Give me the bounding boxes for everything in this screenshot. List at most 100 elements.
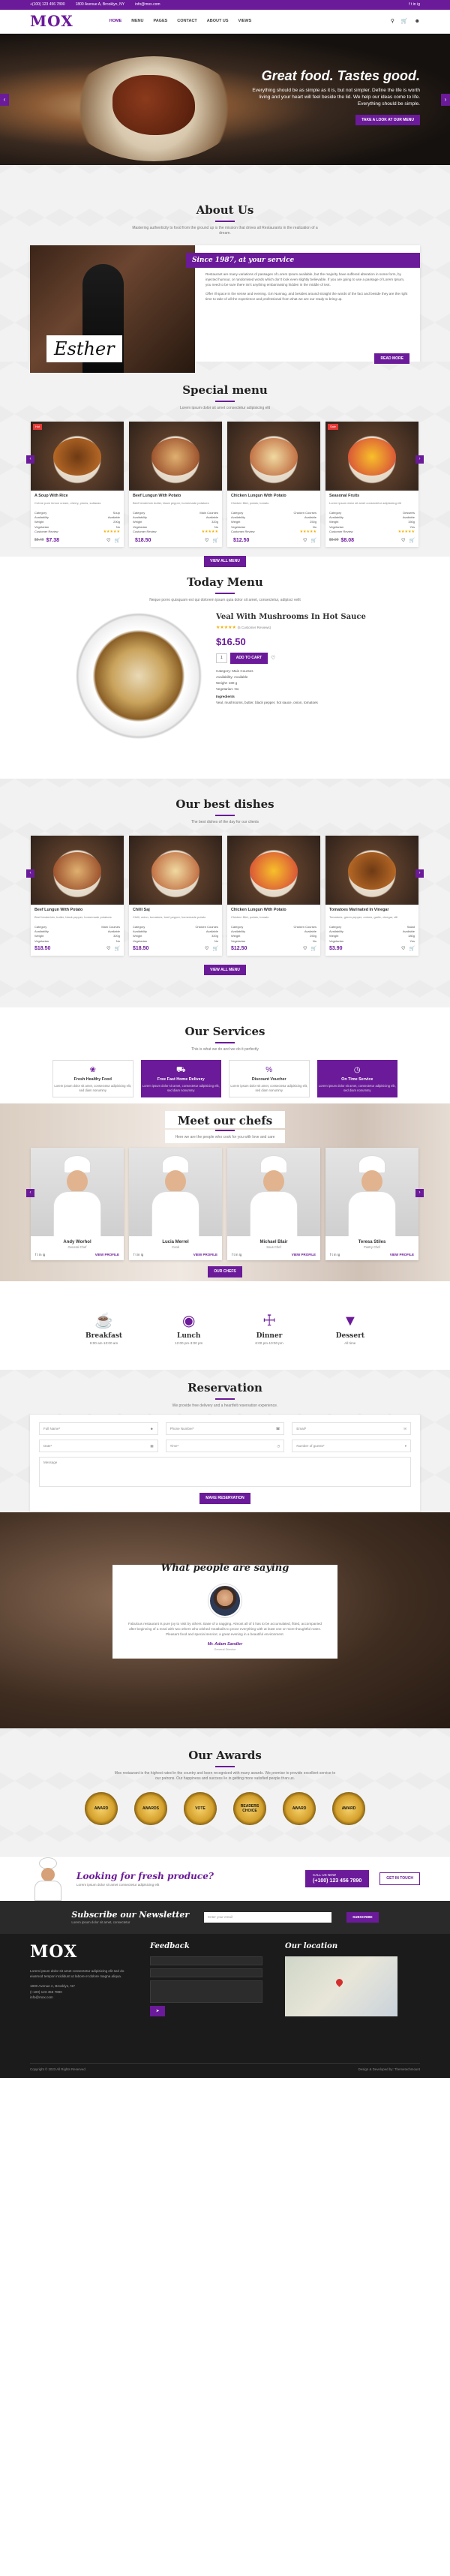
cart-icon[interactable]: 🛒 — [401, 18, 408, 25]
chef-card[interactable]: Teresa Stiles Pastry Chef f t in ig VIEW … — [326, 1148, 418, 1261]
time-field[interactable]: Time* ◷ — [165, 1440, 285, 1453]
our-chefs-button[interactable]: OUR CHEFS — [208, 1266, 242, 1277]
phone-field[interactable]: Phone Number* ☎ — [165, 1422, 285, 1436]
cart-icon[interactable]: 🛒 — [410, 538, 415, 544]
guests-field[interactable]: Number of guests* ▾ — [292, 1440, 412, 1453]
special-prev-arrow[interactable]: ‹ — [26, 455, 34, 464]
feedback-name-input[interactable] — [150, 1956, 262, 1965]
read-more-button[interactable]: READ MORE — [374, 353, 410, 365]
newsletter-email-input[interactable]: Enter your email — [204, 1912, 332, 1923]
footer-logo[interactable]: MOX — [30, 1941, 128, 1964]
chef-social-icons[interactable]: f t in ig — [232, 1253, 242, 1257]
feedback-email-input[interactable] — [150, 1968, 262, 1977]
best-next-arrow[interactable]: › — [416, 869, 424, 878]
menu-card[interactable]: Beef Lungun With Potato Beef tenderloin,… — [31, 836, 124, 956]
dish-name[interactable]: Beef Lungun With Potato — [34, 908, 120, 913]
hero-next-arrow[interactable]: › — [441, 94, 450, 106]
heart-icon[interactable]: ♡ — [205, 946, 208, 952]
service-home-delivery[interactable]: ⛟ Free Fast Home Delivery Lorem ipsum dolo… — [140, 1060, 221, 1098]
nav-home[interactable]: HOME — [110, 19, 122, 24]
view-profile-link[interactable]: VIEW PROFILE — [95, 1253, 119, 1257]
cart-icon[interactable]: 🛒 — [115, 946, 120, 952]
dish-description: Beef tenderloin butter, black pepper, ho… — [133, 500, 209, 505]
view-all-menu-button[interactable]: VIEW ALL MENU — [204, 556, 246, 568]
footer-phone[interactable]: (+100) 123 456 7890 — [30, 1989, 128, 1995]
chefs-next-arrow[interactable]: › — [416, 1189, 424, 1198]
nav-contact[interactable]: CONTACT — [177, 19, 196, 24]
call-us-box[interactable]: CALL US NOW (+100) 123 456 7890 — [305, 1869, 370, 1888]
menu-card[interactable]: Chicken Lungun With Potato Chicken fille… — [227, 422, 320, 548]
cart-icon[interactable]: 🛒 — [311, 946, 316, 952]
feedback-message-input[interactable] — [150, 1980, 262, 2003]
menu-card[interactable]: Sale Seasonal Fruits Lorem ipsum dolor s… — [326, 422, 418, 548]
dish-name[interactable]: Chicken Lungun With Potato — [231, 494, 316, 499]
nav-about[interactable]: ABOUT US — [207, 19, 229, 24]
heart-icon[interactable]: ♡ — [106, 946, 110, 952]
menu-card[interactable]: Hot A Soup With Rice Crème pure lemon cr… — [31, 422, 124, 548]
chef-social-icons[interactable]: f t in ig — [330, 1253, 340, 1257]
heart-icon[interactable]: ♡ — [303, 538, 307, 544]
search-icon[interactable]: ⚲ — [391, 18, 394, 25]
heart-icon[interactable]: ♡ — [401, 538, 405, 544]
message-textarea[interactable]: Message — [39, 1457, 411, 1488]
view-profile-link[interactable]: VIEW PROFILE — [292, 1253, 316, 1257]
topbar-social[interactable]: f t in ig — [409, 2, 420, 8]
chef-card[interactable]: Lucia Merrel Cook f t in ig VIEW PROFILE — [129, 1148, 222, 1261]
chef-social-icons[interactable]: f t in ig — [134, 1253, 143, 1257]
topbar-email[interactable]: info@mox.com — [135, 2, 160, 8]
heart-icon[interactable]: ♡ — [401, 946, 405, 952]
location-map[interactable] — [285, 1956, 398, 2016]
menu-card[interactable]: Chilli Saj Chilli, onion, tomatoes, beef… — [129, 836, 222, 956]
best-prev-arrow[interactable]: ‹ — [26, 869, 34, 878]
hero-prev-arrow[interactable]: ‹ — [0, 94, 9, 106]
menu-card[interactable]: Chicken Lungun With Potato Chicken fille… — [227, 836, 320, 956]
chef-card[interactable]: Andy Worhol General Chef f t in ig VIEW P… — [31, 1148, 124, 1261]
nav-pages[interactable]: PAGES — [153, 19, 167, 24]
full-name-field[interactable]: Full Name* ☻ — [39, 1422, 158, 1436]
date-field[interactable]: Date* ▦ — [39, 1440, 158, 1453]
chefs-prev-arrow[interactable]: ‹ — [26, 1189, 34, 1198]
heart-icon[interactable]: ♡ — [303, 946, 307, 952]
heart-icon[interactable]: ♡ — [271, 655, 275, 662]
cart-icon[interactable]: 🛒 — [311, 538, 316, 544]
special-next-arrow[interactable]: › — [416, 455, 424, 464]
feedback-submit-button[interactable]: ➤ — [150, 2005, 166, 2017]
dish-name[interactable]: A Soup With Rice — [34, 494, 120, 499]
get-in-touch-button[interactable]: GET IN TOUCH — [380, 1872, 420, 1885]
cart-icon[interactable]: 🛒 — [213, 538, 218, 544]
add-to-cart-button[interactable]: ADD TO CART — [230, 653, 268, 665]
cart-icon[interactable]: 🛒 — [213, 946, 218, 952]
best-view-all-button[interactable]: VIEW ALL MENU — [204, 964, 246, 976]
cart-icon[interactable]: 🛒 — [115, 538, 120, 544]
dish-name[interactable]: Chilli Saj — [133, 908, 218, 913]
dish-name[interactable]: Tomatoes Marinated In Vinegar — [329, 908, 415, 913]
subscribe-button[interactable]: SUBSCRIBE — [346, 1911, 379, 1923]
dish-name[interactable]: Chicken Lungun With Potato — [231, 908, 316, 913]
main-nav: HOME MENU PAGES CONTACT ABOUT US VIEWS — [110, 19, 252, 24]
service-discount-voucher[interactable]: % Discount Voucher Lorem ipsum dolor sit a… — [229, 1060, 310, 1098]
chef-card[interactable]: Michael Blair Sous Chef f t in ig VIEW PR… — [227, 1148, 320, 1261]
nav-views[interactable]: VIEWS — [238, 19, 252, 24]
menu-card[interactable]: Beef Lungun With Potato Beef tenderloin … — [129, 422, 222, 548]
heart-icon[interactable]: ♡ — [205, 538, 208, 544]
hero-menu-button[interactable]: TAKE A LOOK AT OUR MENU — [356, 114, 420, 126]
topbar-phone[interactable]: +(100) 123 456 7890 — [30, 2, 65, 8]
chef-social-icons[interactable]: f t in ig — [35, 1253, 45, 1257]
heart-icon[interactable]: ♡ — [106, 538, 110, 544]
dish-name[interactable]: Beef Lungun With Potato — [133, 494, 218, 499]
logo[interactable]: MOX — [30, 11, 74, 32]
user-icon[interactable]: ☻ — [415, 18, 420, 25]
menu-card[interactable]: Tomatoes Marinated In Vinegar Tomatoes, … — [326, 836, 418, 956]
view-profile-link[interactable]: VIEW PROFILE — [194, 1253, 218, 1257]
nav-menu[interactable]: MENU — [131, 19, 143, 24]
email-field[interactable]: Email* ✉ — [292, 1422, 412, 1436]
make-reservation-button[interactable]: MAKE RESERVATION — [200, 1493, 250, 1504]
service-on-time[interactable]: ◷ On Time Service Lorem ipsum dolor sit am… — [316, 1060, 398, 1098]
dish-name[interactable]: Seasonal Fruits — [329, 494, 415, 499]
special-title: Special menu — [182, 383, 268, 397]
footer-email[interactable]: info@mox.com — [30, 1995, 128, 2000]
service-fresh-food[interactable]: ❀ Fresh Healthy Food Lorem ipsum dolor sit… — [52, 1060, 134, 1098]
view-profile-link[interactable]: VIEW PROFILE — [390, 1253, 414, 1257]
quantity-stepper[interactable]: 1 — [216, 653, 227, 664]
cart-icon[interactable]: 🛒 — [410, 946, 415, 952]
